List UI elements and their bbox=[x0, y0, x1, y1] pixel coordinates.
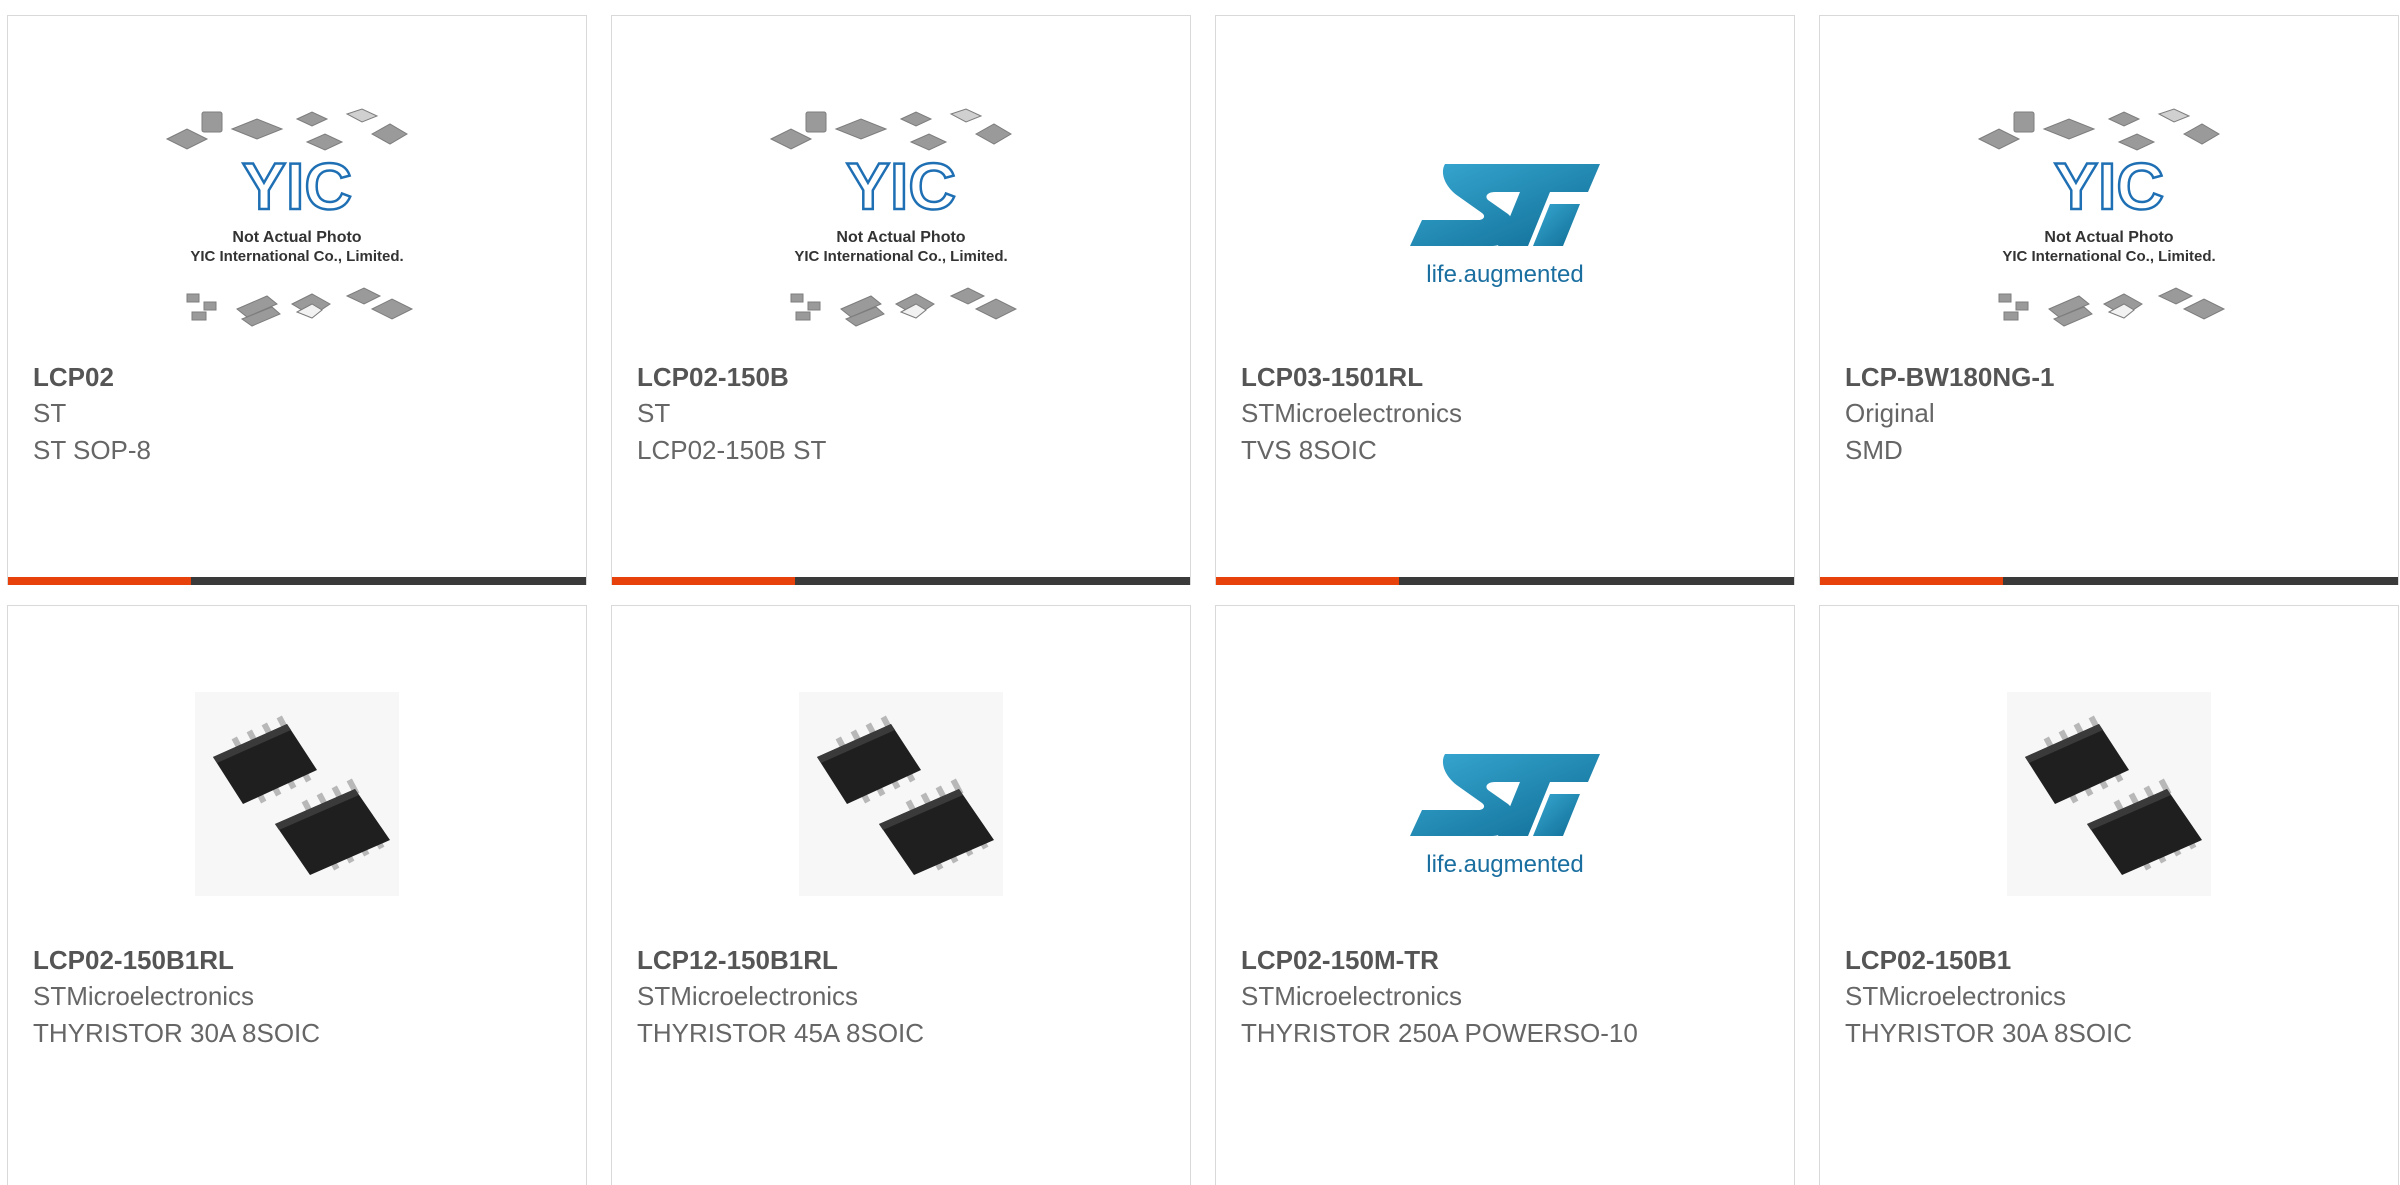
card-hover-bar bbox=[1820, 577, 2398, 585]
svg-text:YIC: YIC bbox=[242, 149, 352, 223]
description-label: THYRISTOR 45A 8SOIC bbox=[637, 1018, 925, 1048]
st-logo-icon: life.augmented bbox=[1410, 164, 1600, 288]
placeholder-line1: Not Actual Photo bbox=[232, 229, 361, 246]
soic-chip-icon bbox=[2007, 692, 2211, 896]
product-info: LCP02-150B1RL STMicroelectronics THYRISTOR… bbox=[33, 942, 566, 1052]
product-card[interactable]: LCP02-150B1 STMicroelectronics THYRISTOR 3… bbox=[1819, 605, 2399, 1185]
part-number-link[interactable]: LCP02 bbox=[33, 359, 566, 395]
description-label: THYRISTOR 30A 8SOIC bbox=[1845, 1018, 2133, 1048]
manufacturer-label: ST bbox=[33, 398, 67, 428]
manufacturer-label: STMicroelectronics bbox=[33, 981, 255, 1011]
product-info: LCP02 ST ST SOP-8 bbox=[33, 359, 566, 469]
card-accent-segment bbox=[8, 577, 191, 585]
placeholder-line1: Not Actual Photo bbox=[836, 229, 965, 246]
product-card[interactable]: YIC Not Actual Photo YIC International C… bbox=[611, 15, 1191, 585]
product-info: LCP02-150B ST LCP02-150B ST bbox=[637, 359, 1170, 469]
placeholder-line2: YIC International Co., Limited. bbox=[190, 248, 403, 265]
product-image[interactable]: YIC Not Actual Photo YIC International C… bbox=[751, 104, 1051, 344]
product-card[interactable]: LCP12-150B1RL STMicroelectronics THYRISTOR… bbox=[611, 605, 1191, 1185]
card-accent-segment bbox=[612, 577, 795, 585]
card-hover-bar bbox=[8, 577, 586, 585]
description-label: LCP02-150B ST bbox=[637, 435, 827, 465]
manufacturer-label: STMicroelectronics bbox=[1241, 981, 1463, 1011]
product-info: LCP03-1501RL STMicroelectronics TVS 8SOIC bbox=[1241, 359, 1774, 469]
part-number-link[interactable]: LCP02-150B bbox=[637, 359, 1170, 395]
description-label: THYRISTOR 250A POWERSO-10 bbox=[1241, 1018, 1638, 1048]
manufacturer-label: STMicroelectronics bbox=[637, 981, 859, 1011]
product-image[interactable]: YIC Not Actual Photo YIC International C… bbox=[147, 104, 447, 344]
description-label: THYRISTOR 30A 8SOIC bbox=[33, 1018, 321, 1048]
manufacturer-label: Original bbox=[1845, 398, 1935, 428]
product-grid: YIC Not Actual Photo YIC International C… bbox=[7, 15, 2400, 1185]
product-info: LCP02-150B1 STMicroelectronics THYRISTOR 3… bbox=[1845, 942, 2378, 1052]
product-card[interactable]: YIC Not Actual Photo YIC International C… bbox=[1819, 15, 2399, 585]
manufacturer-label: ST bbox=[637, 398, 671, 428]
product-info: LCP02-150M-TR STMicroelectronics THYRISTOR… bbox=[1241, 942, 1774, 1052]
manufacturer-label: STMicroelectronics bbox=[1845, 981, 2067, 1011]
card-accent-segment bbox=[1820, 577, 2003, 585]
manufacturer-label: STMicroelectronics bbox=[1241, 398, 1463, 428]
part-number-link[interactable]: LCP02-150M-TR bbox=[1241, 942, 1774, 978]
part-number-link[interactable]: LCP02-150B1 bbox=[1845, 942, 2378, 978]
card-dark-segment bbox=[795, 577, 1190, 585]
product-card[interactable]: LCP02-150B1RL STMicroelectronics THYRISTOR… bbox=[7, 605, 587, 1185]
yic-placeholder-icon: YIC Not Actual Photo YIC International C… bbox=[1977, 108, 2226, 327]
card-dark-segment bbox=[1399, 577, 1794, 585]
part-number-link[interactable]: LCP-BW180NG-1 bbox=[1845, 359, 2378, 395]
soic-chip-icon bbox=[799, 692, 1003, 896]
placeholder-line2: YIC International Co., Limited. bbox=[2002, 248, 2215, 265]
card-accent-segment bbox=[1216, 577, 1399, 585]
description-label: SMD bbox=[1845, 435, 1903, 465]
logo-tagline: life.augmented bbox=[1426, 851, 1583, 878]
product-image[interactable]: life.augmented bbox=[1355, 694, 1655, 934]
product-image[interactable] bbox=[147, 674, 447, 914]
product-image[interactable]: life.augmented bbox=[1355, 104, 1655, 344]
yic-placeholder-icon: YIC Not Actual Photo YIC International C… bbox=[165, 108, 414, 327]
product-image[interactable] bbox=[1959, 674, 2259, 914]
product-image[interactable] bbox=[751, 674, 1051, 914]
card-hover-bar bbox=[1216, 577, 1794, 585]
product-card[interactable]: life.augmented LCP03-1501RL STMicroelectr… bbox=[1215, 15, 1795, 585]
svg-text:YIC: YIC bbox=[2054, 149, 2164, 223]
card-hover-bar bbox=[612, 577, 1190, 585]
product-info: LCP12-150B1RL STMicroelectronics THYRISTOR… bbox=[637, 942, 1170, 1052]
st-logo-icon: life.augmented bbox=[1410, 754, 1600, 878]
placeholder-line2: YIC International Co., Limited. bbox=[794, 248, 1007, 265]
placeholder-line1: Not Actual Photo bbox=[2044, 229, 2173, 246]
description-label: TVS 8SOIC bbox=[1241, 435, 1377, 465]
product-card[interactable]: YIC Not Actual Photo YIC International C… bbox=[7, 15, 587, 585]
part-number-link[interactable]: LCP03-1501RL bbox=[1241, 359, 1774, 395]
svg-text:YIC: YIC bbox=[846, 149, 956, 223]
part-number-link[interactable]: LCP12-150B1RL bbox=[637, 942, 1170, 978]
part-number-link[interactable]: LCP02-150B1RL bbox=[33, 942, 566, 978]
product-image[interactable]: YIC Not Actual Photo YIC International C… bbox=[1959, 104, 2259, 344]
product-info: LCP-BW180NG-1 Original SMD bbox=[1845, 359, 2378, 469]
logo-tagline: life.augmented bbox=[1426, 261, 1583, 288]
card-dark-segment bbox=[191, 577, 586, 585]
soic-chip-icon bbox=[195, 692, 399, 896]
description-label: ST SOP-8 bbox=[33, 435, 152, 465]
yic-placeholder-icon: YIC Not Actual Photo YIC International C… bbox=[769, 108, 1018, 327]
product-card[interactable]: life.augmented LCP02-150M-TR STMicroelect… bbox=[1215, 605, 1795, 1185]
card-dark-segment bbox=[2003, 577, 2398, 585]
